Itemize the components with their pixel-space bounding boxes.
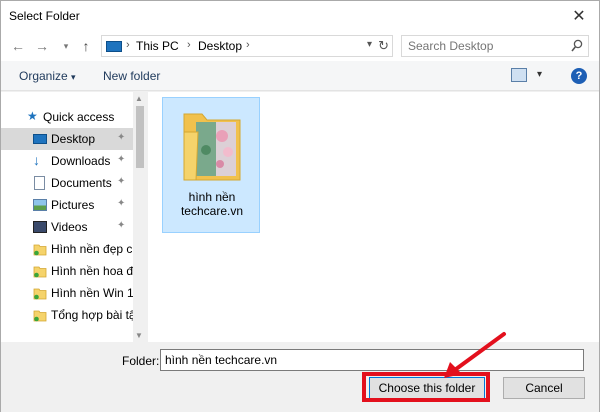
sidebar-item-videos[interactable]: Videos ✦ <box>1 216 133 238</box>
scrollbar-thumb[interactable] <box>136 106 144 168</box>
pin-icon[interactable]: ✦ <box>117 198 125 209</box>
pin-icon[interactable]: ✦ <box>117 220 125 231</box>
folder-item[interactable]: hình nền techcare.vn <box>162 97 260 233</box>
this-pc-icon <box>106 41 122 52</box>
download-icon: ↓ <box>33 152 40 168</box>
address-bar[interactable]: › This PC › Desktop › ▾ ↻ <box>101 35 393 57</box>
sidebar-item-label: Downloads <box>51 154 111 168</box>
select-folder-dialog: Select Folder ✕ ← → ▾ ↑ › This PC › Desk… <box>0 0 600 412</box>
sidebar-item-pictures[interactable]: Pictures ✦ <box>1 194 133 216</box>
file-list: hình nền techcare.vn <box>148 92 599 342</box>
scroll-up-icon[interactable]: ▲ <box>135 94 143 103</box>
folder-icon <box>33 266 47 278</box>
sidebar-item-folder-4[interactable]: Tổng hợp bài tậ <box>1 304 136 326</box>
view-options-chevron-icon[interactable]: ▾ <box>537 69 542 80</box>
close-icon[interactable]: ✕ <box>565 3 593 29</box>
sidebar-item-desktop[interactable]: Desktop ✦ <box>1 128 133 150</box>
search-box[interactable] <box>401 35 589 57</box>
sidebar-item-label: Hình nền Win 10 <box>51 286 141 300</box>
folder-icon <box>33 244 47 256</box>
sidebar-item-label: Videos <box>51 220 88 234</box>
folder-icon <box>183 113 241 181</box>
organize-button[interactable]: Organize ▾ <box>19 69 76 83</box>
sidebar-item-quick-access[interactable]: ★ Quick access <box>1 106 133 128</box>
change-view-icon[interactable] <box>511 68 527 82</box>
scroll-down-icon[interactable]: ▼ <box>135 331 143 340</box>
command-bar: Organize ▾ New folder ▾ ? <box>1 61 599 91</box>
sidebar-item-label: Pictures <box>51 198 95 212</box>
sidebar-item-label: Quick access <box>43 110 115 124</box>
annotation-arrow-icon <box>444 332 506 378</box>
help-icon[interactable]: ? <box>571 68 587 84</box>
address-dropdown-icon[interactable]: ▾ <box>367 39 372 50</box>
pin-icon[interactable]: ✦ <box>117 154 125 165</box>
breadcrumb-separator-icon[interactable]: › <box>246 39 250 51</box>
documents-icon <box>34 176 45 190</box>
window-title: Select Folder <box>9 9 80 23</box>
sidebar-item-documents[interactable]: Documents ✦ <box>1 172 133 194</box>
up-arrow-icon[interactable]: ↑ <box>77 36 95 56</box>
folder-field-label: Folder: <box>122 354 160 368</box>
sidebar-item-folder-1[interactable]: Hình nền đẹp ch <box>1 238 139 260</box>
star-icon: ★ <box>27 109 38 123</box>
sidebar-item-label: Tổng hợp bài tậ <box>51 308 136 322</box>
sidebar-item-folder-2[interactable]: Hình nền hoa đẹ <box>1 260 140 282</box>
search-icon <box>571 39 583 52</box>
title-bar: Select Folder ✕ <box>1 1 599 31</box>
breadcrumb-separator-icon[interactable]: › <box>187 39 191 51</box>
navigation-pane: ★ Quick access Desktop ✦ ↓ Downloads ✦ D… <box>1 92 147 342</box>
sidebar-item-label: Hình nền đẹp ch <box>51 242 140 256</box>
back-arrow-icon[interactable]: ← <box>9 36 27 56</box>
sidebar-item-label: Desktop <box>51 132 96 146</box>
breadcrumb-separator-icon[interactable]: › <box>126 39 130 51</box>
sidebar-item-label: Hình nền hoa đẹ <box>51 264 140 278</box>
navigation-pane-scrollbar[interactable]: ▲ ▼ <box>133 92 147 342</box>
cancel-button[interactable]: Cancel <box>503 377 585 399</box>
pictures-icon <box>33 199 47 211</box>
pin-icon[interactable]: ✦ <box>117 132 125 143</box>
recent-locations-chevron-icon[interactable]: ▾ <box>57 36 75 56</box>
breadcrumb-desktop[interactable]: Desktop <box>198 39 242 53</box>
new-folder-button[interactable]: New folder <box>103 69 160 83</box>
folder-name-field[interactable] <box>160 349 584 371</box>
sidebar-item-downloads[interactable]: ↓ Downloads ✦ <box>1 150 133 172</box>
folder-icon <box>33 288 47 300</box>
forward-arrow-icon[interactable]: → <box>33 36 51 56</box>
sidebar-item-folder-3[interactable]: Hình nền Win 10 <box>1 282 140 304</box>
navigation-bar: ← → ▾ ↑ › This PC › Desktop › ▾ ↻ <box>1 31 599 61</box>
organize-label: Organize <box>19 69 68 83</box>
videos-icon <box>33 221 47 233</box>
sidebar-item-label: Documents <box>51 176 112 190</box>
pin-icon[interactable]: ✦ <box>117 176 125 187</box>
folder-icon <box>33 310 47 322</box>
search-input[interactable] <box>408 38 558 54</box>
folder-item-label: hình nền techcare.vn <box>180 190 244 218</box>
refresh-icon[interactable]: ↻ <box>378 38 389 54</box>
breadcrumb-this-pc[interactable]: This PC <box>136 39 179 53</box>
chevron-down-icon: ▾ <box>71 72 76 82</box>
desktop-icon <box>33 134 47 144</box>
